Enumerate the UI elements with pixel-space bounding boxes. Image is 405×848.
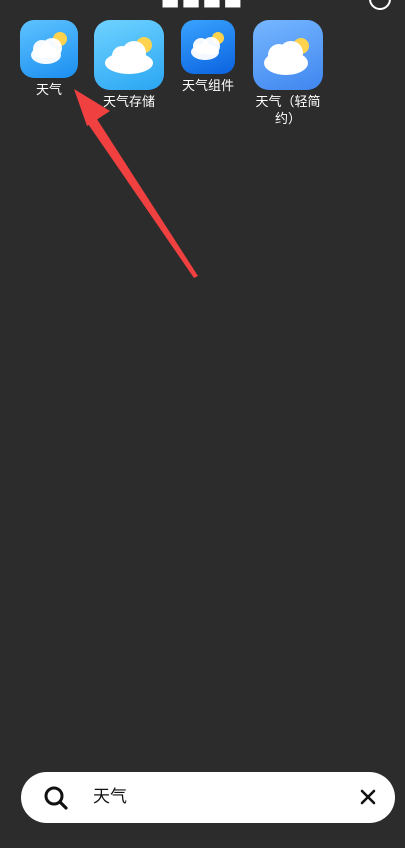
app-label-weather: 天气 xyxy=(35,83,62,98)
app-weather-lite[interactable]: 天气（轻简 约） xyxy=(249,20,327,128)
app-weather[interactable]: 天气 xyxy=(10,20,88,99)
weather-cloud-sun-icon xyxy=(94,20,164,90)
app-label-weather-lite: 天气（轻简 约） xyxy=(255,95,321,127)
weather-cloud-sun-icon xyxy=(253,20,323,90)
search-icon xyxy=(44,786,68,810)
app-label-weather-widget: 天气组件 xyxy=(181,79,234,94)
close-icon[interactable] xyxy=(359,788,377,806)
top-bar: ■■■■ xyxy=(0,0,405,10)
app-weather-storage[interactable]: 天气存储 xyxy=(90,20,168,111)
page-title: ■■■■ xyxy=(0,0,405,10)
weather-cloud-sun-icon xyxy=(181,20,235,74)
app-weather-widget[interactable]: 天气组件 xyxy=(169,20,247,95)
search-input[interactable]: 天气 xyxy=(93,785,127,809)
app-label-weather-storage: 天气存储 xyxy=(102,95,155,110)
weather-cloud-sun-icon xyxy=(20,20,78,78)
annotation-arrow xyxy=(74,89,198,278)
search-bar[interactable]: 天气 xyxy=(21,772,395,823)
app-search-screen: ■■■■ 天气 天气存储 xyxy=(0,0,405,848)
